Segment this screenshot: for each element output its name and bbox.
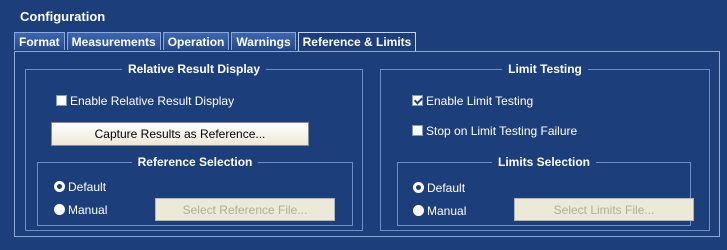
stop-on-failure-checkbox[interactable]: Stop on Limit Testing Failure (412, 124, 577, 138)
reference-default-radio[interactable]: Default (54, 180, 106, 194)
tab-format[interactable]: Format (14, 32, 65, 50)
relative-result-display-group: Relative Result Display Enable Relative … (25, 62, 363, 231)
tab-measurements[interactable]: Measurements (66, 32, 161, 50)
stop-on-failure-label: Stop on Limit Testing Failure (426, 124, 578, 138)
enable-relative-result-checkbox[interactable]: Enable Relative Result Display (56, 94, 234, 108)
checkbox-icon[interactable] (412, 125, 423, 136)
radio-icon[interactable] (54, 204, 65, 215)
limit-testing-group: Limit Testing Enable Limit Testing Stop … (380, 62, 710, 231)
enable-limit-testing-label: Enable Limit Testing (426, 94, 534, 108)
select-reference-file-button[interactable]: Select Reference File... (155, 198, 335, 221)
configuration-window: Configuration Format Measurements Operat… (0, 0, 727, 250)
limits-selection-group: Limits Selection Default Manual Select L… (397, 155, 694, 226)
limits-default-radio[interactable]: Default (413, 181, 465, 195)
checkbox-icon[interactable] (56, 95, 67, 106)
tab-warnings[interactable]: Warnings (231, 32, 296, 50)
checkbox-checked-icon[interactable] (412, 95, 423, 106)
radio-selected-icon[interactable] (54, 181, 65, 192)
select-limits-file-button[interactable]: Select Limits File... (514, 198, 694, 221)
window-title: Configuration (20, 9, 106, 24)
limits-manual-label: Manual (427, 204, 467, 218)
reference-limits-panel: Relative Result Display Enable Relative … (14, 51, 720, 237)
reference-selection-legend: Reference Selection (131, 155, 259, 169)
relative-result-display-legend: Relative Result Display (121, 62, 267, 76)
enable-relative-result-label: Enable Relative Result Display (70, 94, 235, 108)
reference-manual-label: Manual (68, 203, 108, 217)
radio-selected-icon[interactable] (413, 182, 424, 193)
capture-results-button[interactable]: Capture Results as Reference... (51, 122, 309, 146)
limits-selection-legend: Limits Selection (491, 155, 597, 169)
tab-reference-limits[interactable]: Reference & Limits (297, 32, 417, 52)
tab-operation[interactable]: Operation (162, 32, 230, 50)
reference-manual-radio[interactable]: Manual (54, 203, 107, 217)
limits-manual-radio[interactable]: Manual (413, 204, 466, 218)
radio-icon[interactable] (413, 205, 424, 216)
limits-default-label: Default (427, 181, 466, 195)
limit-testing-legend: Limit Testing (502, 62, 588, 76)
reference-selection-group: Reference Selection Default Manual Selec… (37, 155, 353, 226)
enable-limit-testing-checkbox[interactable]: Enable Limit Testing (412, 94, 533, 108)
reference-default-label: Default (68, 180, 107, 194)
tab-bar: Format Measurements Operation Warnings R… (14, 32, 418, 52)
